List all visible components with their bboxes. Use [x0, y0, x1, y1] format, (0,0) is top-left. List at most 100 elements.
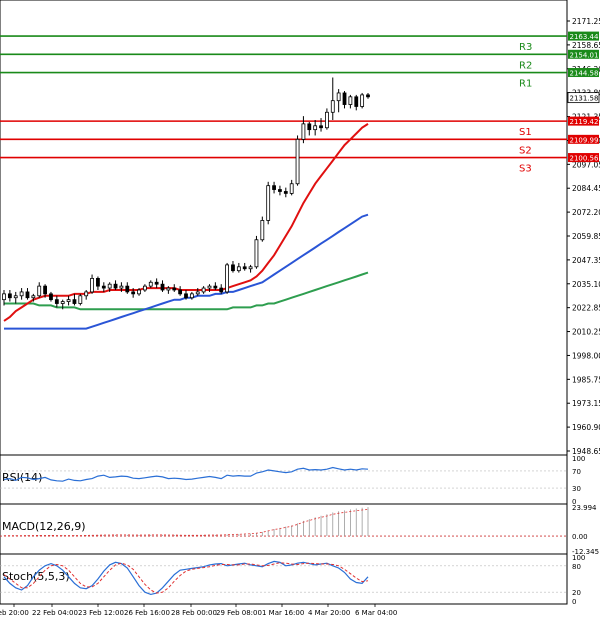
y-tick-label: 70 — [572, 468, 581, 476]
y-tick-label: 2084.45 — [572, 184, 600, 193]
candle-body — [219, 287, 224, 293]
candle-body — [360, 94, 365, 107]
y-tick-label: 2022.85 — [572, 304, 600, 313]
panel-frame-3 — [0, 553, 568, 605]
candle-body — [131, 291, 136, 295]
candle-body — [207, 285, 212, 289]
candle-body — [49, 293, 53, 301]
x-tick-label: 6 Mar 04:00 — [355, 609, 397, 617]
y-tick-label: 1985.75 — [572, 375, 600, 384]
candle-body — [107, 283, 112, 289]
rsi-panel: 10070300RSI(14) — [0, 454, 585, 506]
x-tick-label: 23 Feb 12:00 — [78, 609, 124, 617]
candle-body — [354, 96, 359, 107]
candle-body — [60, 301, 65, 304]
candle-body — [301, 123, 306, 140]
candle — [225, 262, 229, 294]
candle — [78, 293, 83, 306]
candle-body — [348, 96, 353, 105]
candle-body — [201, 287, 206, 293]
x-tick-label: 26 Feb 16:00 — [124, 609, 170, 617]
candle-body — [242, 266, 247, 270]
candle-body — [184, 293, 188, 299]
candle-body — [313, 125, 318, 131]
candle-body — [166, 287, 171, 291]
candle-body — [231, 264, 235, 272]
y-tick-label: 23.994 — [572, 504, 597, 512]
y-tick-label: 2059.85 — [572, 232, 600, 241]
level-name-r2: R2 — [519, 60, 532, 71]
candle-body — [189, 293, 194, 299]
y-tick-label: 20 — [572, 589, 581, 597]
candle-body — [125, 285, 130, 293]
panel-frame-0 — [0, 0, 568, 456]
candle-body — [272, 185, 276, 190]
candle-body — [84, 291, 89, 297]
candle-body — [342, 92, 347, 105]
y-tick-label: 0.00 — [572, 533, 588, 541]
candle-body — [90, 278, 94, 293]
level-price-label-r2: 2154.01 — [570, 51, 599, 59]
candle-body — [113, 283, 118, 289]
candle-body — [148, 281, 153, 287]
level-name-r1: R1 — [519, 79, 532, 90]
candle-body — [13, 295, 18, 299]
candle-body — [172, 287, 177, 291]
x-tick-label: 29 Feb 08:00 — [216, 609, 262, 617]
candle-body — [266, 185, 271, 221]
candle-body — [137, 289, 141, 295]
candle-body — [37, 285, 42, 297]
candle-body — [336, 92, 341, 102]
candle-body — [225, 264, 229, 293]
candle-body — [278, 189, 282, 192]
candle-body — [254, 239, 259, 268]
candle-body — [119, 285, 124, 289]
level-name-s2: S2 — [519, 145, 532, 156]
y-tick-label: 2171.25 — [572, 17, 600, 26]
y-tick-label: 0 — [572, 598, 576, 606]
y-tick-label: 2072.20 — [572, 208, 600, 217]
candle-body — [31, 295, 36, 299]
candle — [360, 92, 365, 109]
candle-body — [366, 94, 370, 98]
y-tick-label: 1998.00 — [572, 351, 600, 360]
y-tick-label: 100 — [572, 455, 585, 463]
y-tick-label: 100 — [572, 554, 585, 562]
last-price-label: 2131.58 — [570, 95, 599, 103]
candle-body — [154, 281, 159, 285]
level-price-label-s1: 2119.42 — [570, 118, 599, 126]
candle-body — [260, 220, 265, 241]
candle-body — [101, 285, 106, 289]
candle-body — [213, 285, 218, 289]
macd-label: MACD(12,26,9) — [2, 520, 86, 533]
chart-stage: 2171.252158.652146.202133.802121.352109.… — [0, 0, 600, 622]
y-tick-label: 1973.15 — [572, 399, 600, 408]
y-tick-label: 2010.25 — [572, 328, 600, 337]
candle-body — [43, 285, 47, 295]
level-name-s3: S3 — [519, 164, 532, 175]
level-name-s1: S1 — [519, 127, 532, 138]
x-axis: Feb 20:0022 Feb 04:0023 Feb 12:0026 Feb … — [0, 604, 397, 617]
y-tick-label: 2158.65 — [572, 41, 600, 50]
chart-svg: 2171.252158.652146.202133.802121.352109.… — [0, 0, 600, 617]
candle-body — [2, 293, 6, 301]
x-tick-label: 1 Mar 16:00 — [262, 609, 304, 617]
candle-body — [72, 299, 77, 304]
level-price-label-r3: 2163.44 — [570, 33, 599, 41]
macd-panel: 23.9940.00-12.345MACD(12,26,9) — [0, 503, 599, 556]
candle-body — [325, 111, 329, 129]
candle-body — [195, 291, 200, 295]
stoch-panel: 10080200Stoch(5,5,3) — [0, 553, 585, 606]
x-tick-label: 28 Feb 00:00 — [171, 609, 217, 617]
candle-body — [78, 295, 83, 304]
y-tick-label: 2035.10 — [572, 280, 600, 289]
candle — [260, 216, 265, 242]
candle-body — [236, 266, 241, 272]
candle-body — [295, 138, 300, 185]
candle-body — [160, 283, 165, 291]
candle-body — [143, 285, 147, 291]
candle-body — [66, 299, 71, 302]
level-name-r3: R3 — [519, 42, 532, 53]
candle-body — [289, 183, 294, 194]
y-tick-label: 80 — [572, 563, 581, 571]
